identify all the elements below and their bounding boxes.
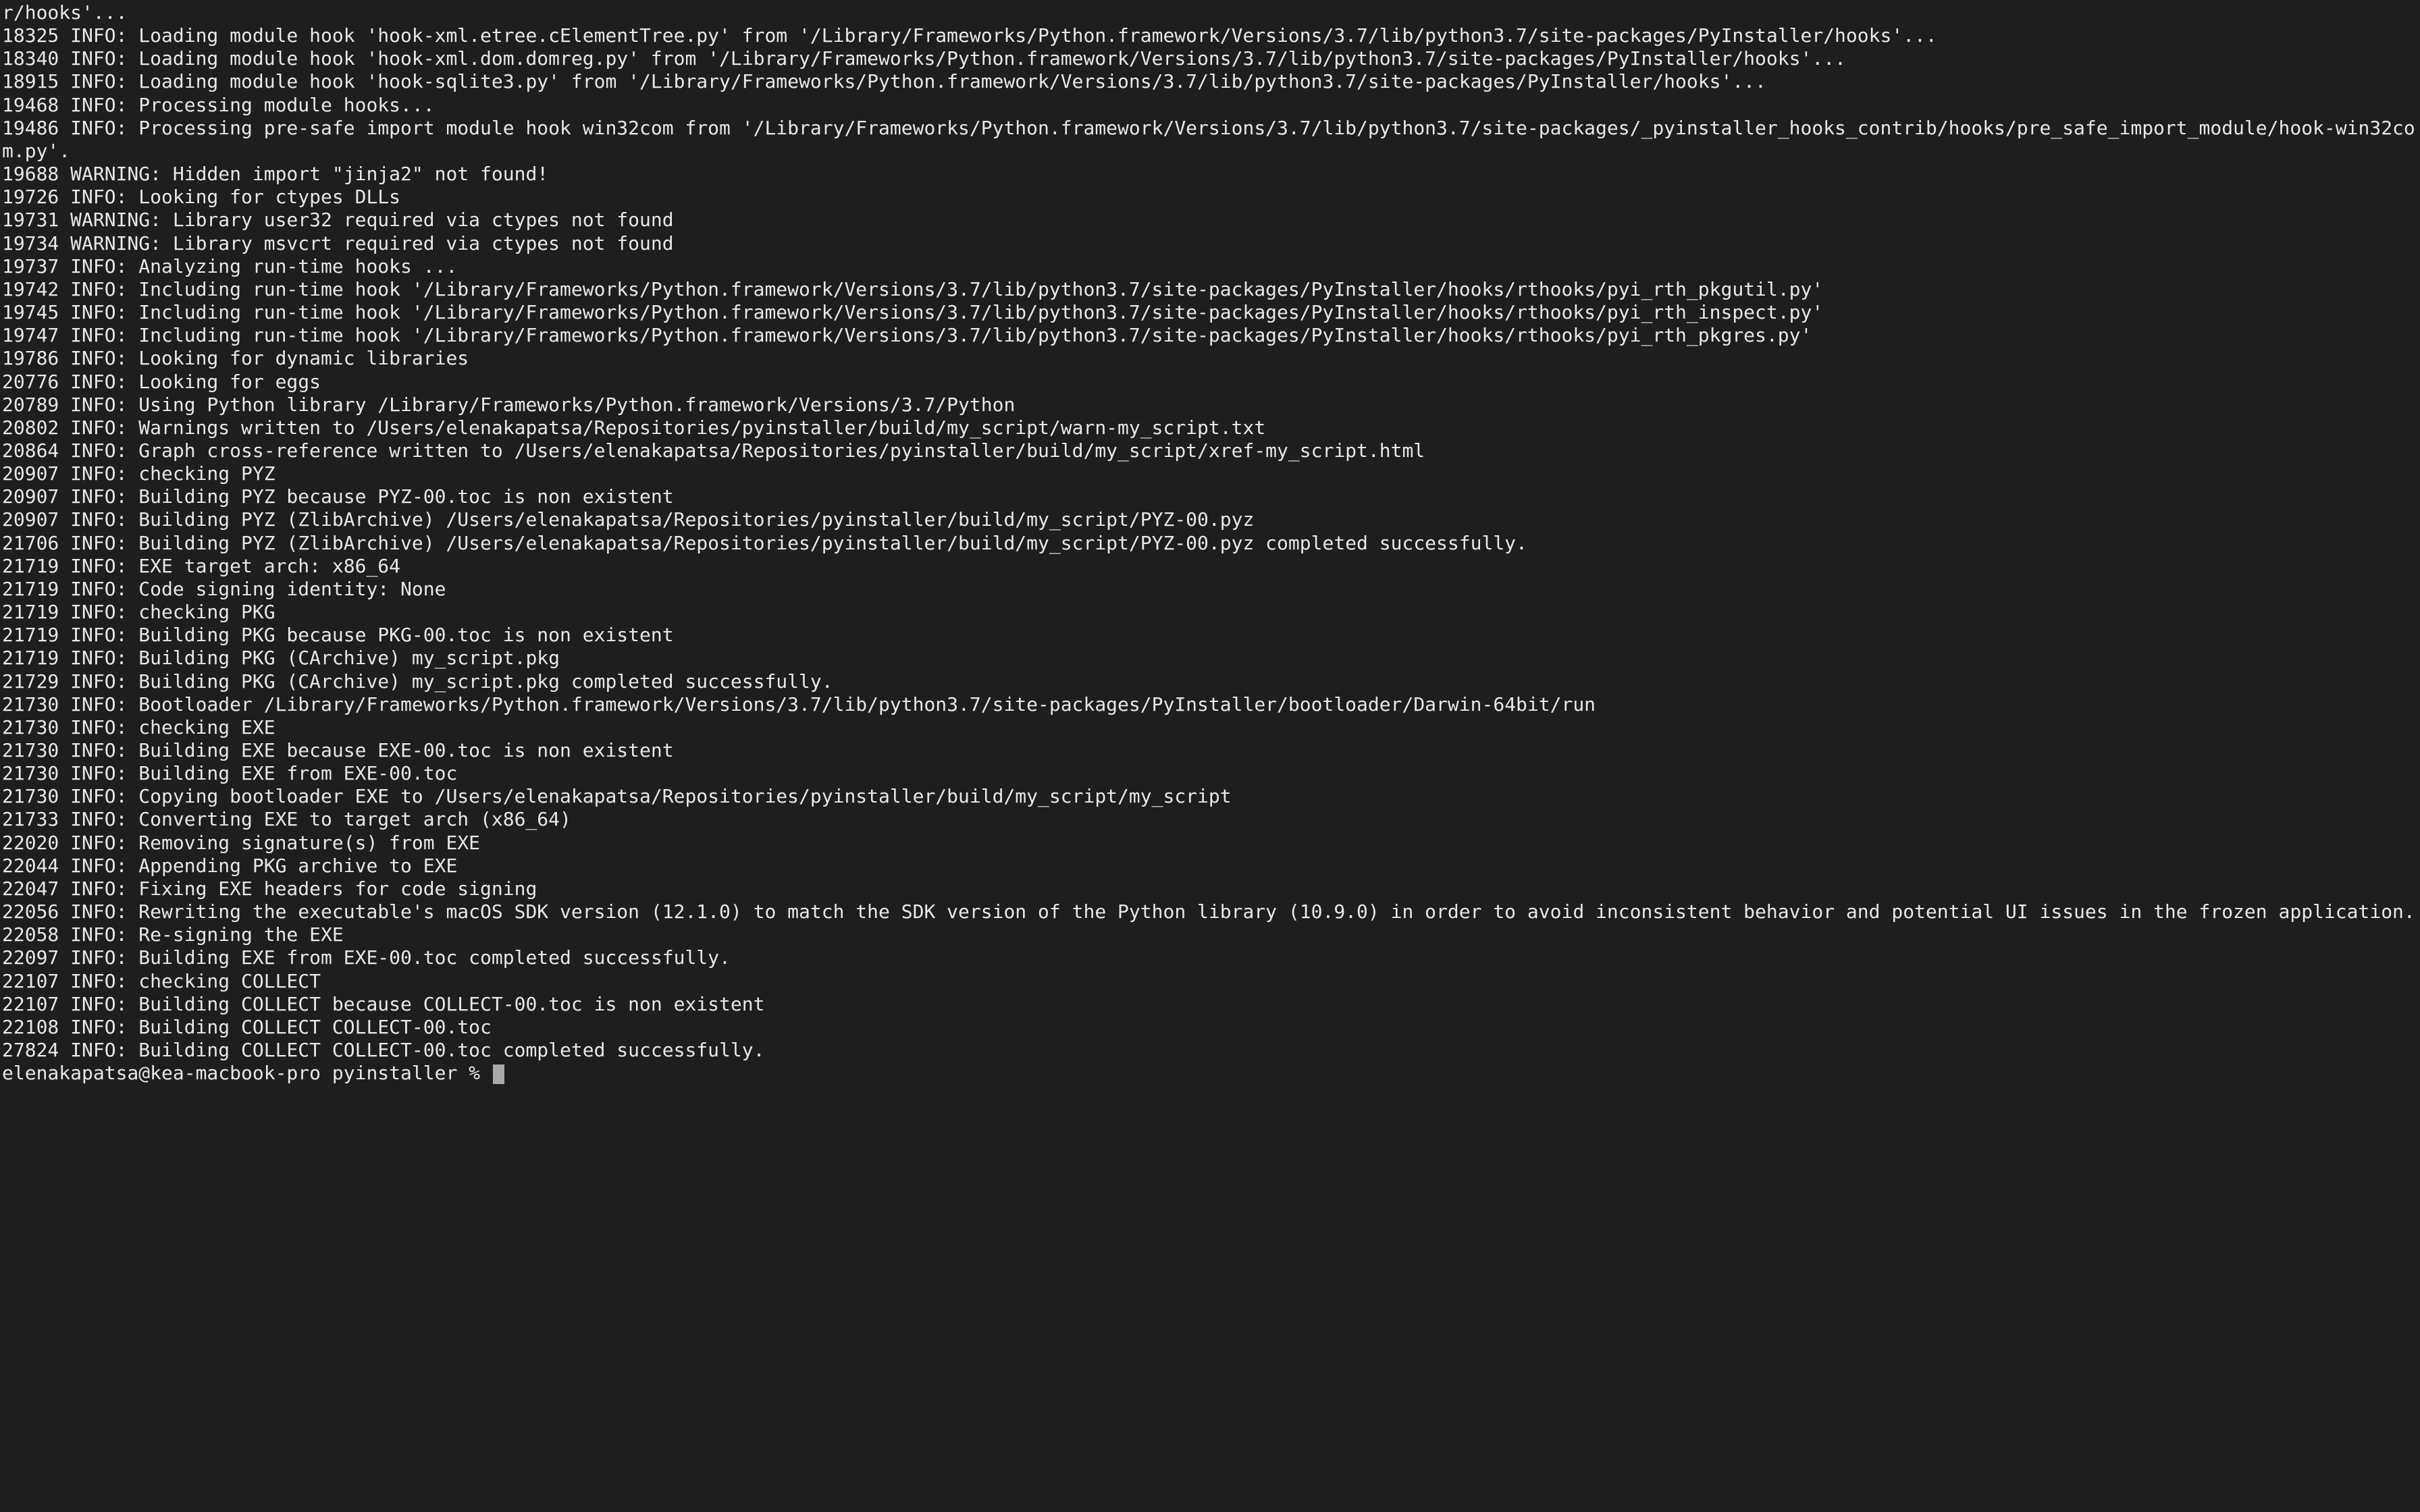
terminal-lines: r/hooks'... 18325 INFO: Loading module h…	[2, 1, 2415, 1061]
shell-prompt: elenakapatsa@kea-macbook-pro pyinstaller…	[2, 1062, 492, 1084]
cursor-block	[493, 1064, 504, 1084]
terminal-output[interactable]: r/hooks'... 18325 INFO: Loading module h…	[0, 0, 2420, 1512]
